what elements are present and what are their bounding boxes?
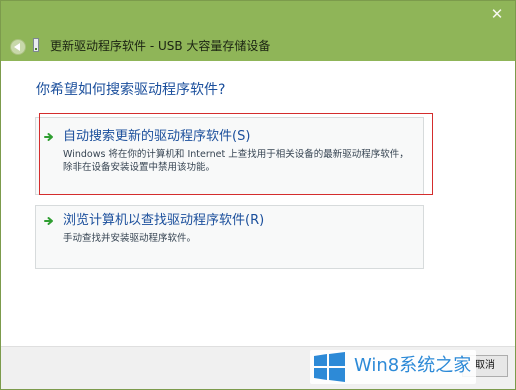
driver-update-window: ✕ 更新驱动程序软件 - USB 大容量存储设备 你希望如何搜索驱动程序软件? … [0,0,516,390]
watermark-text: Win8系统之家 [354,355,472,376]
close-button[interactable]: ✕ [485,5,509,23]
browse-computer-title: 浏览计算机以查找驱动程序软件(R) [63,213,265,228]
auto-search-description: Windows 将在你的计算机和 Internet 上查找用于相关设备的最新驱动… [63,149,409,173]
window-title: 更新驱动程序软件 - USB 大容量存储设备 [50,39,271,53]
windows-logo-icon [314,352,345,382]
auto-search-option[interactable]: 自动搜索更新的驱动程序软件(S) Windows 将在你的计算机和 Intern… [35,117,424,195]
auto-search-title: 自动搜索更新的驱动程序软件(S) [63,129,251,144]
browse-computer-option[interactable]: 浏览计算机以查找驱动程序软件(R) 手动查找并安装驱动程序软件。 [35,205,424,269]
browse-computer-description: 手动查找并安装驱动程序软件。 [63,233,197,244]
title-bar: ✕ 更新驱动程序软件 - USB 大容量存储设备 [1,1,515,61]
site-watermark: Win8系统之家 [310,350,476,384]
usb-device-icon [33,38,39,52]
question-heading: 你希望如何搜索驱动程序软件? [36,82,226,98]
green-arrow-icon [44,133,53,141]
green-arrow-icon [44,217,53,225]
back-arrow-icon[interactable] [10,39,26,55]
